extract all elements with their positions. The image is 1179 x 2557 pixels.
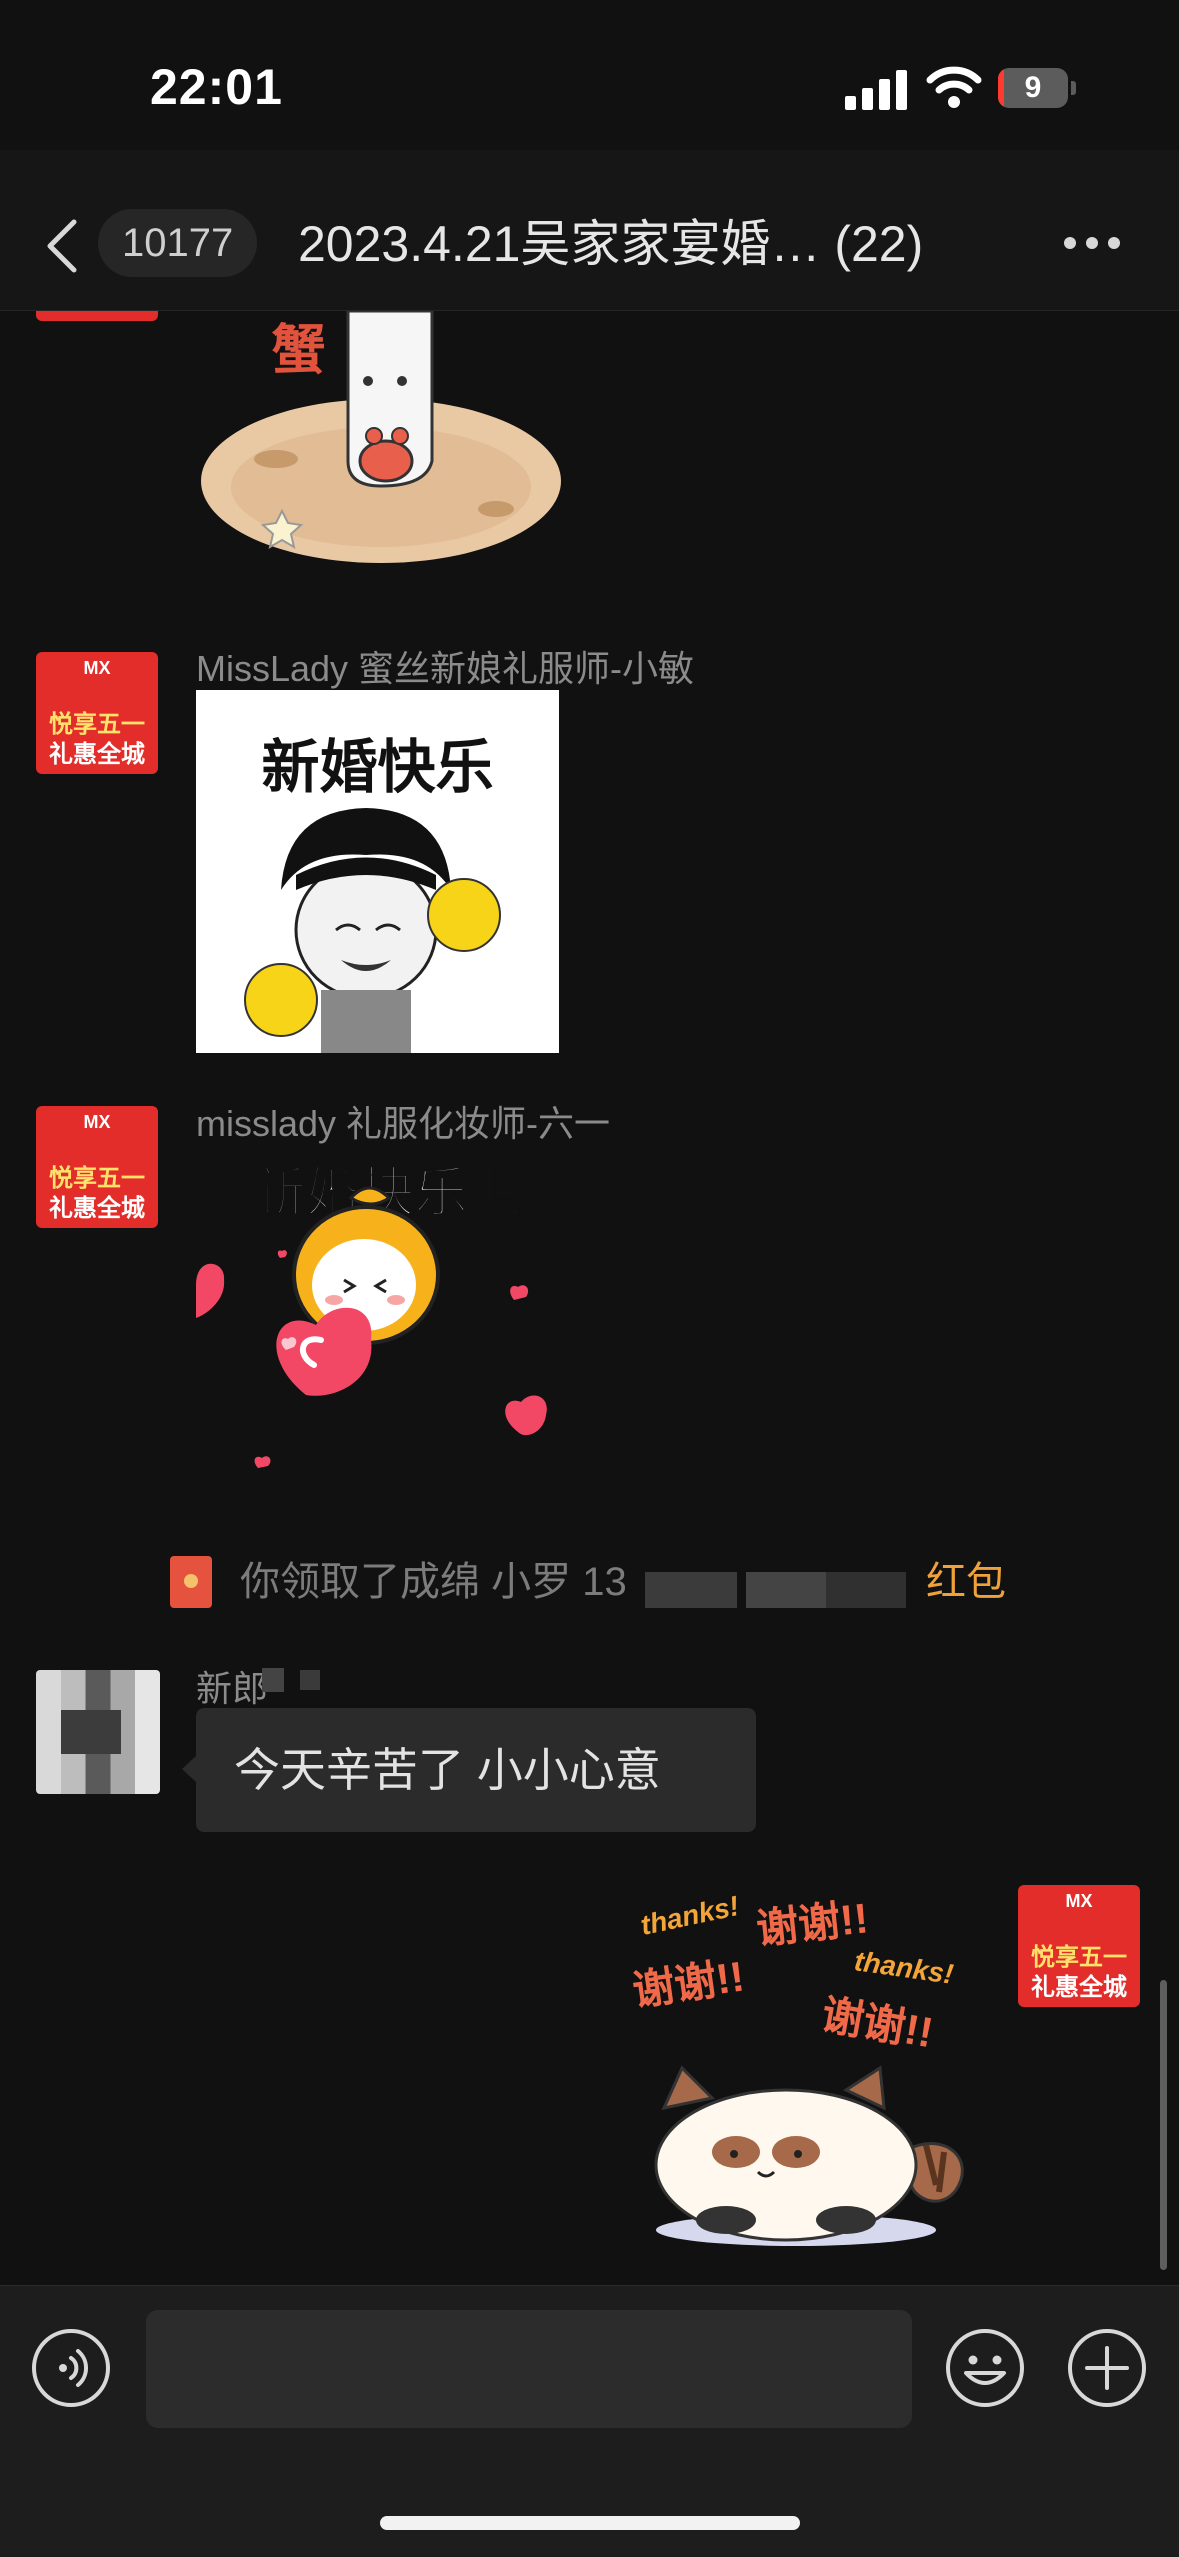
redacted-text	[826, 1572, 906, 1608]
red-packet-link[interactable]: 红包	[926, 1556, 1006, 1608]
back-chevron-icon[interactable]	[44, 218, 80, 274]
more-options-icon[interactable]	[1062, 230, 1122, 256]
happy-wedding-sticker[interactable]: 新婚快乐	[196, 690, 559, 1053]
voice-input-icon[interactable]	[30, 2327, 112, 2409]
unread-count-badge[interactable]: 10177	[98, 209, 258, 277]
my-avatar[interactable]: MX 悦享五一 礼惠全城	[1018, 1885, 1140, 2007]
cellular-signal-icon	[845, 70, 907, 110]
avatar-line2: 礼惠全城	[49, 741, 145, 768]
redacted-text	[746, 1572, 828, 1608]
happy-wedding-duck-sticker[interactable]: 新婚快乐鸭	[196, 1140, 566, 1500]
battery-level: 9	[1024, 71, 1042, 104]
avatar-brand: MX	[83, 658, 111, 678]
plus-icon[interactable]	[1066, 2327, 1148, 2409]
redacted-text	[262, 1668, 284, 1692]
message-input[interactable]	[146, 2310, 912, 2428]
sender-avatar-blurred[interactable]	[36, 1670, 160, 1794]
avatar-line2: 礼惠全城	[1031, 1974, 1127, 2001]
crab-sticker[interactable]: 蟹	[196, 311, 566, 581]
redacted-text	[300, 1670, 320, 1690]
home-indicator[interactable]	[380, 2516, 800, 2530]
red-packet-icon	[170, 1556, 212, 1608]
sender-avatar[interactable]: MX 悦享五一 礼惠全城	[36, 1106, 158, 1228]
red-packet-notice: 你领取了成绵 小罗 13	[240, 1560, 627, 1604]
battery-icon: 9	[998, 68, 1078, 108]
avatar-brand: MX	[83, 1112, 111, 1132]
sender-avatar[interactable]: MX 悦享五一 礼惠全城	[36, 652, 158, 774]
bubble-tail	[182, 1755, 197, 1783]
sender-name: MissLady 蜜丝新娘礼服师-小敏	[196, 648, 695, 689]
status-time: 22:01	[150, 59, 283, 115]
thanks-raccoon-sticker[interactable]: thanks! 谢谢!! 谢谢!! thanks! 谢谢!!	[626, 1890, 986, 2250]
wifi-icon	[926, 66, 982, 108]
scroll-indicator[interactable]	[1160, 1980, 1167, 2270]
redacted-text	[645, 1572, 737, 1608]
chat-title[interactable]: 2023.4.21吴家家宴婚… (22)	[298, 212, 923, 276]
sender-name: 新郎	[196, 1668, 269, 1709]
message-bubble[interactable]: 今天辛苦了 小小心意	[196, 1708, 756, 1832]
avatar[interactable]	[36, 311, 158, 321]
avatar-brand: MX	[1065, 1891, 1093, 1911]
emoji-icon[interactable]	[944, 2327, 1026, 2409]
avatar-line2: 礼惠全城	[49, 1195, 145, 1222]
sticker-caption: 蟹	[263, 321, 323, 375]
